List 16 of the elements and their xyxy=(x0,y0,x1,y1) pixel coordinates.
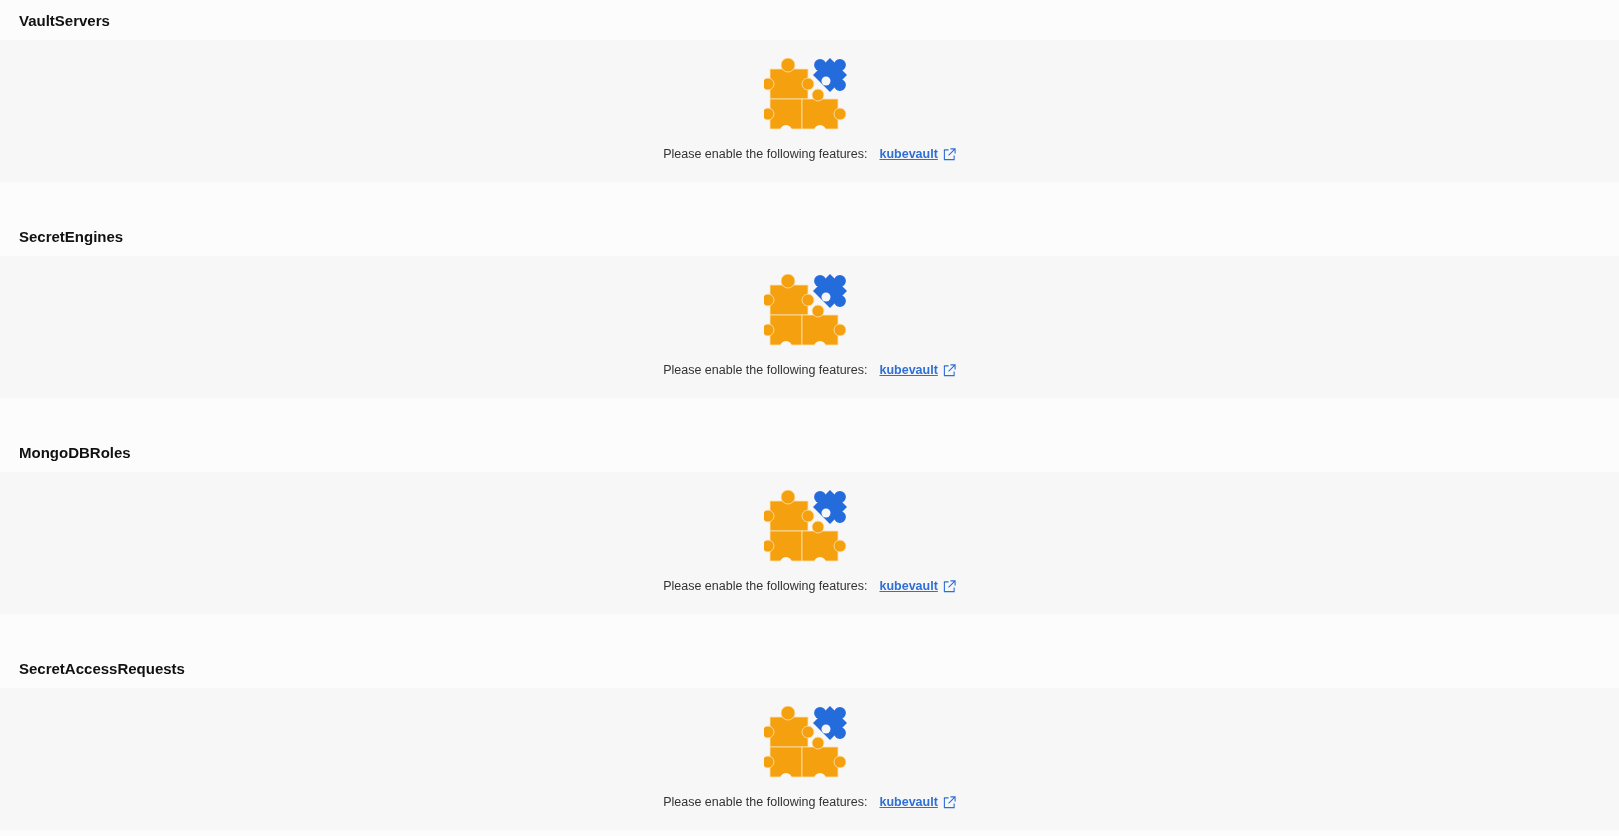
feature-message: Please enable the following features: xyxy=(663,579,868,593)
feature-link[interactable]: kubevault xyxy=(879,363,938,377)
external-link-icon[interactable] xyxy=(942,363,956,377)
external-link-icon[interactable] xyxy=(942,795,956,809)
feature-link[interactable]: kubevault xyxy=(879,579,938,593)
feature-message: Please enable the following features: xyxy=(663,795,868,809)
section-title: SecretEngines xyxy=(19,227,124,245)
feature-message: Please enable the following features: xyxy=(663,363,868,377)
section-title: MongoDBRoles xyxy=(19,443,131,461)
feature-link[interactable]: kubevault xyxy=(879,795,938,809)
section-title: VaultServers xyxy=(19,11,110,29)
section-title: SecretAccessRequests xyxy=(19,659,185,677)
external-link-icon[interactable] xyxy=(942,579,956,593)
feature-message: Please enable the following features: xyxy=(663,147,868,161)
feature-link[interactable]: kubevault xyxy=(879,147,938,161)
external-link-icon[interactable] xyxy=(942,147,956,161)
